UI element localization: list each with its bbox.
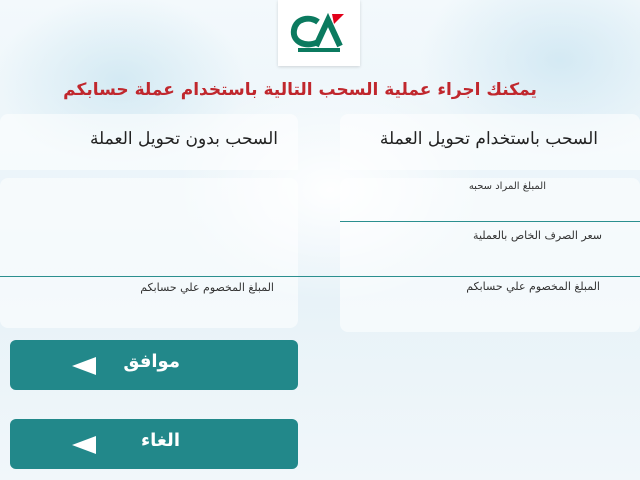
left-panel-header[interactable]: السحب بدون تحويل العملة (0, 114, 298, 170)
arrow-left-icon (72, 357, 96, 375)
right-panel-header[interactable]: السحب باستخدام تحويل العملة (340, 114, 640, 170)
right-debited-label: المبلغ المخصوم علي حسابكم (466, 280, 600, 293)
arrow-left-icon (72, 436, 96, 454)
instruction-message: يمكنك اجراء عملية السحب التالية باستخدام… (63, 80, 537, 100)
bank-logo (278, 0, 360, 66)
withdraw-amount-divider (340, 221, 640, 222)
cancel-button[interactable]: الغاء (10, 419, 298, 469)
left-debited-label: المبلغ المخصوم علي حسابكم (140, 281, 274, 294)
exchange-rate-label: سعر الصرف الخاص بالعملية (473, 229, 602, 242)
exchange-rate-divider (0, 276, 640, 277)
credit-agricole-logo-icon (290, 12, 344, 52)
right-panel-title: السحب باستخدام تحويل العملة (379, 129, 598, 149)
confirm-button-label: موافق (123, 351, 180, 372)
right-panel-body: المبلغ المراد سحبه سعر الصرف الخاص بالعم… (340, 178, 640, 332)
cancel-button-label: الغاء (140, 430, 180, 451)
confirm-button[interactable]: موافق (10, 340, 298, 390)
withdraw-amount-label: المبلغ المراد سحبه (468, 181, 546, 192)
left-panel-title: السحب بدون تحويل العملة (89, 129, 278, 149)
left-panel-body: المبلغ المخصوم علي حسابكم (0, 178, 298, 328)
